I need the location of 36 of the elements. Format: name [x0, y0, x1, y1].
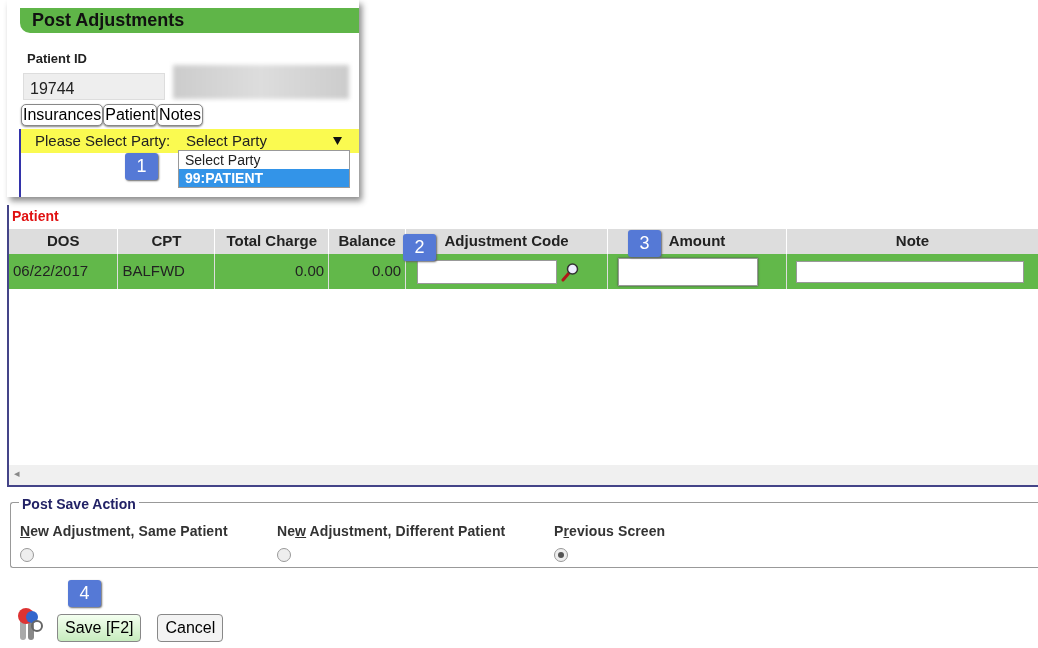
patient-id-field[interactable]: 19744 [23, 73, 165, 100]
name-field[interactable] [173, 65, 349, 99]
column-header: Total Charge [214, 229, 329, 254]
column-header: CPT [117, 229, 215, 254]
radio-button[interactable] [277, 548, 291, 562]
table-cell: 0.00 [214, 254, 329, 289]
keys-icon [15, 606, 45, 642]
dialog-title: Post Adjustments [20, 8, 359, 33]
column-header: DOS [9, 229, 118, 254]
radio-label: Previous Screen [554, 522, 667, 541]
column-header: Note [786, 229, 1038, 254]
field-label: Patient ID [27, 50, 87, 68]
dropdown-option[interactable]: Select Party [179, 151, 349, 169]
section-title: Patient [11, 207, 60, 226]
tab-button[interactable]: Insurances [21, 104, 104, 126]
table-cell: BALFWD [117, 254, 215, 289]
tab-button[interactable]: Patient [103, 104, 158, 126]
radio-button[interactable] [20, 548, 34, 562]
input-field[interactable] [417, 259, 558, 284]
callout-badge: 4 [68, 580, 101, 607]
field-label: Please Select Party: [35, 130, 171, 151]
radio-label: New Adjustment, Same Patient [20, 522, 229, 541]
save-button[interactable]: Save [F2] [57, 614, 142, 642]
callout-badge: 1 [125, 153, 158, 180]
callout-badge: 2 [403, 234, 436, 261]
table-cell: 06/22/2017 [9, 254, 118, 289]
table-cell: 0.00 [328, 254, 406, 289]
tab-button[interactable]: Notes [157, 104, 203, 126]
input-field[interactable] [795, 260, 1024, 283]
callout-badge: 3 [628, 230, 661, 257]
cancel-button[interactable]: Cancel [157, 614, 224, 642]
column-header: Balance [328, 229, 406, 254]
radio-label: New Adjustment, Different Patient [277, 522, 507, 541]
radio-button[interactable] [554, 548, 568, 562]
search-icon[interactable] [561, 261, 580, 282]
input-field[interactable] [618, 257, 759, 286]
